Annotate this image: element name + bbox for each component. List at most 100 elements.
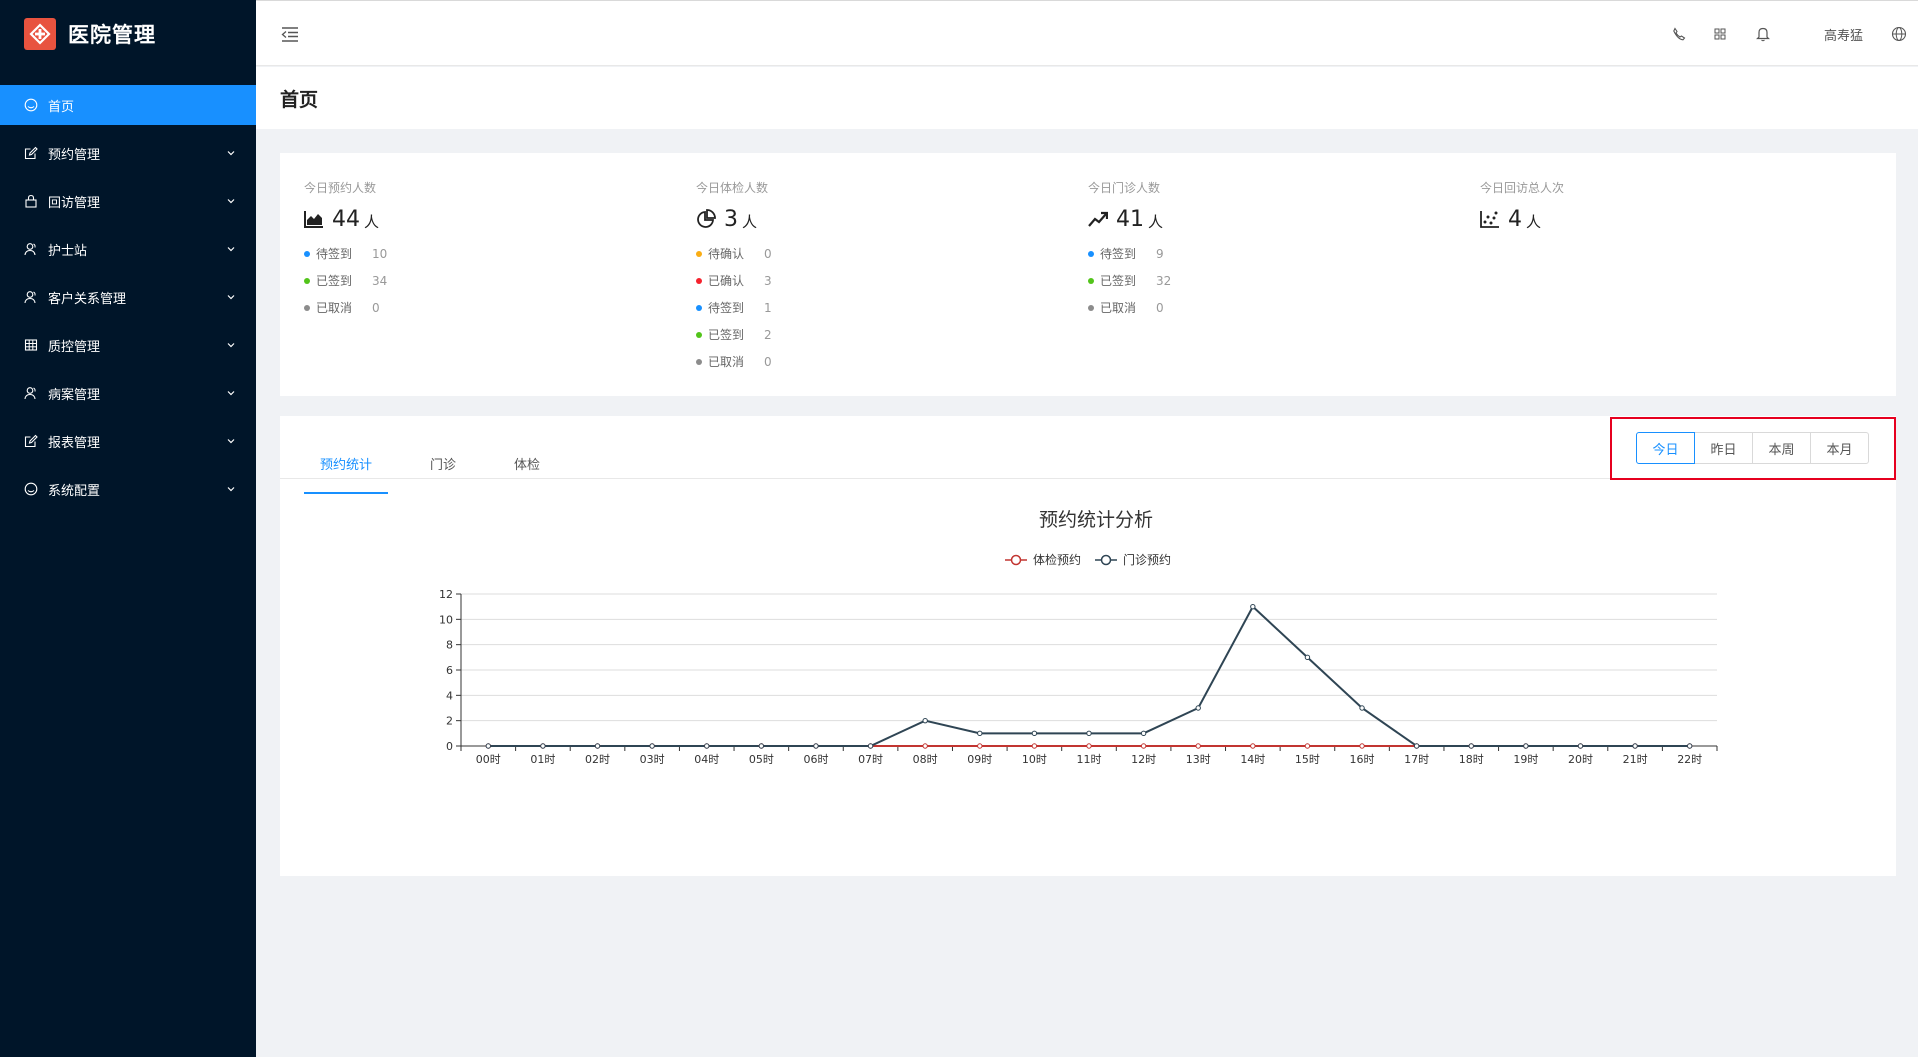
x-tick-label: 02时 <box>585 753 610 766</box>
sidebar-item-followup[interactable]: 回访管理 <box>0 181 256 221</box>
x-tick-label: 12时 <box>1131 753 1156 766</box>
user-icon <box>24 290 38 304</box>
chart-title: 预约统计分析 <box>1039 509 1153 531</box>
x-tick-label: 04时 <box>694 753 719 766</box>
x-tick-label: 07时 <box>858 753 883 766</box>
stat-value: 41 <box>1116 206 1144 232</box>
legend-label: 门诊预约 <box>1123 552 1171 567</box>
x-tick-label: 19时 <box>1513 753 1538 766</box>
x-tick-label: 22时 <box>1677 753 1702 766</box>
x-tick-label: 09时 <box>967 753 992 766</box>
stat-summary: 44 人 <box>304 206 684 232</box>
stat-row: 待确认 0 <box>696 240 1076 267</box>
user-icon <box>24 242 38 256</box>
period-selector: 今日 昨日 本周 本月 <box>1636 432 1869 464</box>
stat-value: 4 <box>1508 206 1522 232</box>
sidebar-item-settings[interactable]: 系统配置 <box>0 469 256 509</box>
data-point <box>1250 603 1256 610</box>
stat-row-value: 10 <box>372 246 388 261</box>
data-point <box>1686 743 1693 749</box>
y-tick-label: 8 <box>446 639 453 652</box>
user-name[interactable]: 高寿猛 <box>1824 25 1863 44</box>
x-tick-label: 21时 <box>1623 753 1648 766</box>
status-dot <box>696 277 702 284</box>
y-tick-label: 10 <box>439 613 453 626</box>
stat-row: 已签到 2 <box>696 321 1076 348</box>
data-point <box>540 743 546 749</box>
stat-row: 待签到 9 <box>1088 240 1468 267</box>
data-point <box>922 717 928 724</box>
period-button-2[interactable]: 本周 <box>1752 432 1811 464</box>
x-tick-label: 20时 <box>1568 753 1593 766</box>
stat-title: 今日体检人数 <box>696 181 769 195</box>
stat-block: 今日回访总人次 4 人 <box>1480 179 1860 240</box>
stat-row-label: 已确认 <box>708 274 745 288</box>
data-point <box>1359 743 1365 749</box>
x-tick-label: 00时 <box>476 753 501 766</box>
stat-row-label: 待签到 <box>1100 247 1137 261</box>
period-button-1[interactable]: 昨日 <box>1694 432 1753 464</box>
lock-icon <box>24 194 38 208</box>
stat-row-label: 已签到 <box>316 274 353 288</box>
app-logo[interactable]: 医院管理 <box>0 0 256 68</box>
sidebar-item-nurse[interactable]: 护士站 <box>0 229 256 269</box>
status-dot <box>696 358 702 365</box>
data-point <box>1468 743 1474 749</box>
apps-icon[interactable] <box>1711 25 1729 43</box>
sidebar-item-reports[interactable]: 报表管理 <box>0 421 256 461</box>
data-point <box>1140 743 1147 749</box>
status-dot <box>304 304 310 311</box>
legend-marker <box>1100 554 1112 566</box>
phone-icon[interactable] <box>1670 25 1688 43</box>
period-button-0[interactable]: 今日 <box>1636 432 1695 464</box>
sidebar-item-records[interactable]: 病案管理 <box>0 373 256 413</box>
stat-row-label: 待确认 <box>708 247 745 261</box>
stat-row-value: 2 <box>764 327 772 342</box>
menu-fold-icon[interactable] <box>280 25 300 43</box>
stat-row-value: 0 <box>1156 300 1164 315</box>
status-dot <box>696 250 702 257</box>
stat-title: 今日回访总人次 <box>1480 181 1565 195</box>
line-chart-icon <box>1088 211 1112 227</box>
bell-icon[interactable] <box>1754 25 1772 43</box>
stat-row-label: 待签到 <box>316 247 353 261</box>
stat-block: 今日预约人数 44 人待签到 10 已签到 34 已取消 0 <box>304 179 684 321</box>
x-tick-label: 08时 <box>913 753 938 766</box>
stat-row: 已签到 34 <box>304 267 684 294</box>
stat-row-value: 0 <box>764 246 772 261</box>
stat-block: 今日门诊人数 41 人待签到 9 已签到 32 已取消 0 <box>1088 179 1468 321</box>
data-point <box>704 743 710 749</box>
stat-value: 44 <box>332 206 360 232</box>
stat-row-value: 9 <box>1156 246 1164 261</box>
stat-row-label: 已取消 <box>1100 301 1137 315</box>
data-point <box>867 743 874 749</box>
data-point <box>1304 743 1311 749</box>
globe-icon[interactable] <box>1890 25 1908 43</box>
data-point <box>813 743 819 749</box>
app-title: 医院管理 <box>68 23 156 47</box>
sidebar-menu: 首页预约管理回访管理护士站客户关系管理质控管理病案管理报表管理系统配置 <box>0 85 256 509</box>
data-point <box>1577 743 1584 749</box>
data-point <box>649 743 655 749</box>
sidebar-item-appointment[interactable]: 预约管理 <box>0 133 256 173</box>
x-tick-label: 14时 <box>1240 753 1265 766</box>
sidebar-item-label: 预约管理 <box>48 147 101 163</box>
sidebar-item-label: 质控管理 <box>48 339 101 355</box>
stat-summary: 3人 <box>696 206 1076 232</box>
data-point <box>977 730 983 737</box>
y-tick-label: 12 <box>439 588 453 601</box>
x-tick-label: 18时 <box>1459 753 1484 766</box>
stat-row: 待签到 1 <box>696 294 1076 321</box>
status-dot <box>696 331 702 338</box>
sidebar-item-quality[interactable]: 质控管理 <box>0 325 256 365</box>
y-tick-label: 6 <box>446 664 453 677</box>
period-button-3[interactable]: 本月 <box>1810 432 1869 464</box>
sidebar-item-home[interactable]: 首页 <box>0 85 256 125</box>
data-point <box>1413 743 1420 749</box>
stat-row-label: 已取消 <box>316 301 353 315</box>
sidebar-item-crm[interactable]: 客户关系管理 <box>0 277 256 317</box>
stat-unit: 人 <box>1526 212 1542 231</box>
sidebar: 医院管理 首页预约管理回访管理护士站客户关系管理质控管理病案管理报表管理系统配置 <box>0 0 256 1057</box>
sidebar-item-label: 回访管理 <box>48 195 101 211</box>
stat-row-value: 1 <box>764 300 772 315</box>
